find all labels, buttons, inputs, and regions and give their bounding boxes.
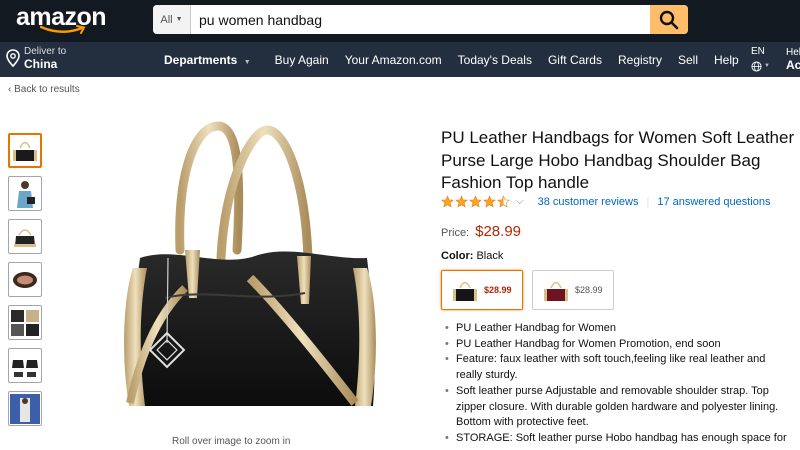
departments-menu[interactable]: Departments ▼ (164, 53, 251, 67)
deliver-location: China (24, 57, 58, 71)
nav-link-todays-deals[interactable]: Today's Deals (458, 53, 532, 67)
handbag-thumbnail-image (13, 141, 37, 161)
search-category-label: All (160, 13, 173, 26)
nav-link-sell[interactable]: Sell (678, 53, 698, 67)
search-bar: All ▼ (153, 5, 688, 34)
customer-reviews-link[interactable]: 38 customer reviews (538, 196, 639, 208)
deliver-to[interactable]: Deliver to China (6, 46, 66, 70)
thumbnail[interactable] (8, 262, 42, 297)
black-bag-swatch-image (453, 281, 477, 301)
color-swatches: $28.99 $28.99 (441, 270, 614, 310)
search-icon (659, 10, 679, 29)
star-icon (469, 195, 482, 208)
burgundy-bag-swatch-image (544, 281, 568, 301)
search-category-dropdown[interactable]: All ▼ (153, 5, 191, 34)
departments-label: Departments (164, 52, 238, 67)
model-thumbnail-image (17, 180, 35, 208)
main-product-image[interactable] (105, 118, 395, 418)
search-button[interactable] (650, 5, 688, 34)
back-label: Back to results (14, 84, 80, 95)
language-selector[interactable]: EN ▼ (751, 46, 770, 72)
nav-link-buy-again[interactable]: Buy Again (275, 53, 329, 67)
thumbnail-strip (8, 133, 44, 434)
nav-link-registry[interactable]: Registry (618, 53, 662, 67)
chevron-down-icon[interactable]: ⌵ (516, 196, 524, 207)
detail-grid-thumbnail-image (11, 309, 39, 336)
nav-link-help[interactable]: Help (714, 53, 739, 67)
feature-bullet: PU Leather Handbag for Women Promotion, … (445, 337, 790, 353)
product-title: PU Leather Handbags for Women Soft Leath… (441, 128, 795, 192)
feature-bullets: PU Leather Handbag for Women PU Leather … (445, 321, 790, 447)
star-icon (455, 195, 468, 208)
star-rating[interactable] (441, 195, 510, 208)
caret-down-icon: ▼ (175, 16, 183, 23)
handbag-side-thumbnail-image (14, 228, 36, 247)
caret-down-icon: ▼ (243, 58, 251, 66)
interior-thumbnail-image (13, 271, 37, 288)
feature-bullet: Feature: faux leather with soft touch,fe… (445, 352, 790, 383)
half-star-icon (497, 195, 510, 208)
feature-bullet: Soft leather purse Adjustable and remova… (445, 384, 790, 431)
account-label: Ac (786, 58, 800, 72)
star-icon (483, 195, 496, 208)
swatch-price: $28.99 (484, 285, 512, 295)
swatch-burgundy[interactable]: $28.99 (532, 270, 614, 310)
top-bar: amazon All ▼ (0, 0, 800, 42)
account-menu[interactable]: Hel Ac (786, 46, 800, 73)
nav-link-your-amazon[interactable]: Your Amazon.com (345, 53, 442, 67)
color-value: Black (476, 250, 504, 262)
thumbnail[interactable] (8, 391, 42, 426)
swatch-black[interactable]: $28.99 (441, 270, 523, 310)
thumbnail[interactable] (8, 176, 42, 211)
color-row: Color: Black (441, 250, 503, 262)
lifestyle-thumbnail-image (10, 393, 40, 424)
caret-down-icon: ▼ (764, 63, 770, 69)
amazon-smile-icon (40, 25, 86, 34)
answered-questions-link[interactable]: 17 answered questions (657, 196, 770, 208)
globe-icon (751, 60, 762, 72)
back-to-results-link[interactable]: ‹ Back to results (8, 84, 80, 95)
zoom-hint: Roll over image to zoom in (172, 436, 291, 447)
price-label: Price: (441, 227, 470, 239)
thumbnail[interactable] (8, 133, 42, 168)
feature-bullet: PU Leather Handbag for Women (445, 321, 790, 337)
separator: | (646, 195, 650, 208)
search-input[interactable] (191, 5, 650, 34)
thumbnail[interactable] (8, 219, 42, 254)
feature-bullet: STORAGE: Soft leather purse Hobo handbag… (445, 431, 790, 447)
nav-bar: Deliver to China Departments ▼ Buy Again… (0, 42, 800, 77)
swatch-price: $28.99 (575, 285, 603, 295)
thumbnail[interactable] (8, 348, 42, 383)
location-pin-icon (6, 49, 20, 67)
price-value: $28.99 (475, 223, 522, 240)
color-label: Color: (441, 250, 474, 262)
thumbnail[interactable] (8, 305, 42, 340)
star-icon (441, 195, 454, 208)
price-row: Price: $28.99 (441, 223, 521, 240)
nav-link-gift-cards[interactable]: Gift Cards (548, 53, 602, 67)
language-code: EN (751, 46, 765, 57)
size-thumbnail-image (12, 359, 38, 377)
rating-row: ⌵ 38 customer reviews | 17 answered ques… (441, 195, 770, 208)
